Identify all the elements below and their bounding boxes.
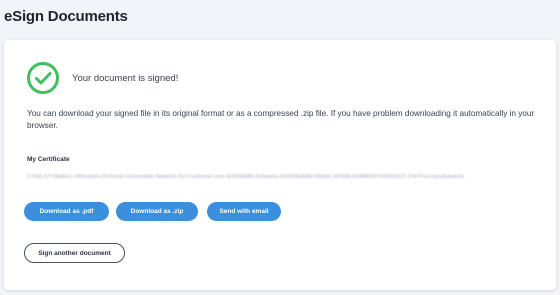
send-email-button[interactable]: Send with email: [207, 202, 281, 221]
status-message: Your document is signed!: [72, 72, 179, 84]
certificate-value: C=GB,ST=Wales,L=Wrexham,O=Grosh Universi…: [27, 174, 465, 180]
download-zip-button[interactable]: Download as .zip: [116, 202, 198, 221]
page-title: eSign Documents: [4, 8, 128, 25]
download-pdf-button[interactable]: Download as .pdf: [24, 202, 109, 221]
status-row: Your document is signed!: [26, 61, 178, 95]
check-circle-icon: [27, 62, 59, 94]
signed-card: Your document is signed! You can downloa…: [4, 40, 556, 290]
certificate-label: My Certificate: [27, 156, 70, 163]
sign-another-document-button[interactable]: Sign another document: [24, 243, 125, 263]
download-info-text: You can download your signed file in its…: [27, 109, 535, 130]
